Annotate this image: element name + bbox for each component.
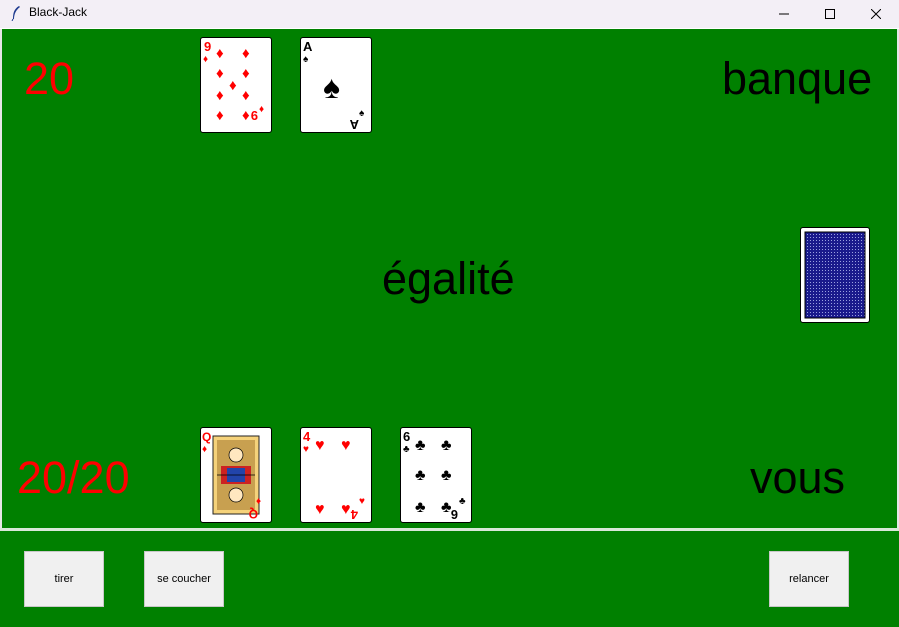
player-card-6-clubs: 6 ♣ ♣ ♣ ♣ ♣ ♣ ♣ ♣ 6: [400, 427, 472, 523]
svg-text:6: 6: [403, 429, 410, 444]
svg-text:♦: ♦: [203, 54, 208, 65]
control-panel: tirer se coucher relancer: [0, 531, 899, 627]
svg-text:♦: ♦: [216, 87, 224, 104]
svg-text:A: A: [303, 39, 313, 54]
stand-button[interactable]: se coucher: [144, 551, 224, 607]
svg-text:♠: ♠: [303, 54, 309, 65]
svg-text:9: 9: [204, 39, 211, 54]
svg-text:♣: ♣: [415, 467, 426, 484]
svg-text:♥: ♥: [315, 501, 325, 518]
deck-card-back[interactable]: [800, 227, 870, 323]
svg-text:4: 4: [303, 429, 311, 444]
svg-text:♦: ♦: [242, 45, 250, 62]
svg-text:♦: ♦: [216, 65, 224, 82]
svg-text:♥: ♥: [359, 496, 365, 507]
svg-text:♦: ♦: [242, 87, 250, 104]
svg-text:♦: ♦: [216, 45, 224, 62]
minimize-button[interactable]: [761, 0, 807, 28]
result-text: égalité: [382, 253, 515, 304]
svg-text:♣: ♣: [459, 496, 466, 507]
svg-text:♦: ♦: [216, 107, 224, 124]
svg-text:♣: ♣: [441, 467, 452, 484]
close-icon: [871, 9, 881, 19]
svg-text:9: 9: [251, 108, 258, 123]
svg-text:♦: ♦: [256, 496, 261, 507]
maximize-icon: [825, 9, 835, 19]
svg-text:♦: ♦: [242, 65, 250, 82]
svg-text:♥: ♥: [315, 437, 325, 454]
player-label: vous: [750, 452, 846, 503]
hit-button[interactable]: tirer: [24, 551, 104, 607]
svg-text:Q: Q: [249, 507, 258, 521]
svg-text:♣: ♣: [441, 499, 452, 516]
dealer-label: banque: [722, 53, 873, 104]
svg-text:♦: ♦: [202, 444, 207, 455]
svg-text:A: A: [349, 117, 359, 132]
dealer-card-ace-spades: A ♠ ♠ ♠ A: [300, 37, 372, 133]
svg-text:6: 6: [451, 507, 458, 522]
svg-text:♠: ♠: [323, 69, 340, 105]
player-score: 20/20: [17, 452, 130, 503]
svg-text:♥: ♥: [341, 437, 351, 454]
minimize-icon: [779, 13, 789, 15]
player-card-queen-diamonds: Q ♦ ♦ Q: [200, 427, 272, 523]
svg-text:♦: ♦: [229, 77, 237, 94]
restart-button[interactable]: relancer: [769, 551, 849, 607]
close-button[interactable]: [853, 0, 899, 28]
svg-text:♣: ♣: [415, 499, 426, 516]
svg-text:Q: Q: [202, 430, 211, 444]
svg-text:♦: ♦: [259, 104, 264, 115]
title-bar: Black-Jack: [0, 0, 899, 28]
player-card-4-hearts: 4 ♥ ♥ ♥ ♥ ♥ ♥ 4: [300, 427, 372, 523]
svg-text:♥: ♥: [303, 444, 309, 455]
svg-text:4: 4: [350, 507, 358, 522]
svg-text:♦: ♦: [242, 107, 250, 124]
dealer-score: 20: [24, 53, 75, 104]
maximize-button[interactable]: [807, 0, 853, 28]
svg-text:♣: ♣: [415, 437, 426, 454]
window-title: Black-Jack: [29, 5, 88, 19]
game-table: 20 banque égalité 20/20 vous 9 ♦ 9 ♦ ♦ ♦ …: [2, 29, 897, 528]
feather-icon: [11, 6, 20, 21]
dealer-card-9-diamonds: 9 ♦ 9 ♦ ♦ ♦ ♦ ♦ ♦ ♦ ♦ ♦ ♦: [200, 37, 272, 133]
svg-text:♣: ♣: [403, 444, 410, 455]
svg-text:♣: ♣: [441, 437, 452, 454]
svg-text:♥: ♥: [341, 501, 351, 518]
